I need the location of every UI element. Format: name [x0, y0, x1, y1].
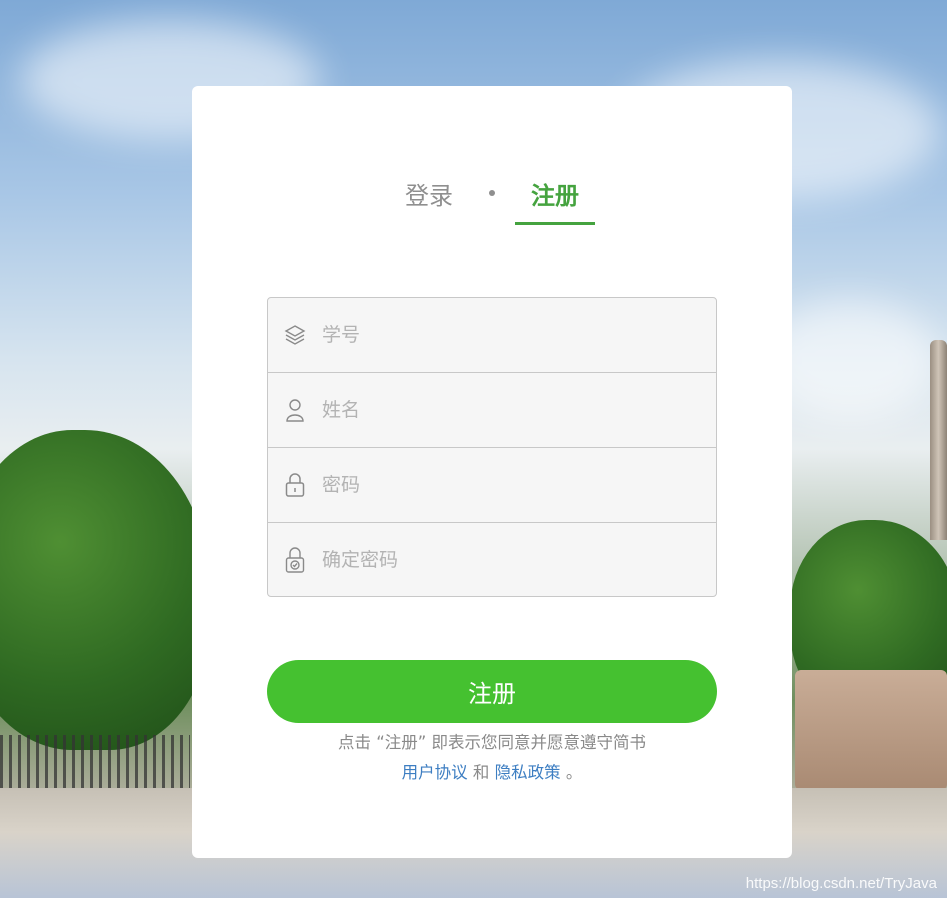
- tab-bar: 登录 注册: [192, 174, 792, 226]
- agreement-notice: 点击 “注册” 即表示您同意并愿意遵守简书 用户协议 和 隐私政策 。: [192, 728, 792, 788]
- tab-separator-dot: [489, 190, 495, 196]
- agreement-links: 用户协议 和 隐私政策 。: [192, 758, 792, 788]
- and-text: 和: [472, 763, 490, 782]
- lock-icon: [268, 472, 322, 498]
- name-input[interactable]: [322, 399, 716, 421]
- period-text: 。: [565, 763, 583, 782]
- tree: [0, 430, 210, 750]
- confirm-password-input[interactable]: [322, 548, 716, 571]
- register-card: 登录 注册 学号 姓名 注册 点击 “注册” 即表示您同意并愿意遵守简书 用户协…: [192, 86, 792, 858]
- agreement-text: 点击 “注册” 即表示您同意并愿意遵守简书: [337, 733, 647, 752]
- name-field-row: [268, 373, 716, 448]
- password-input[interactable]: [322, 474, 716, 496]
- user-icon: [268, 397, 322, 423]
- password-field-row: [268, 448, 716, 523]
- student-id-field-row: [268, 298, 716, 373]
- tab-login[interactable]: 登录: [389, 174, 469, 225]
- user-agreement-link[interactable]: 用户协议: [402, 763, 468, 782]
- register-button[interactable]: 注册: [267, 660, 717, 723]
- stone-wall: [795, 670, 947, 790]
- lock-check-icon: [268, 546, 322, 574]
- privacy-policy-link[interactable]: 隐私政策: [495, 763, 561, 782]
- pillar: [930, 340, 947, 540]
- student-id-input[interactable]: [322, 324, 716, 346]
- layers-icon: [268, 323, 322, 347]
- register-form: [267, 297, 717, 597]
- watermark-text: https://blog.csdn.net/TryJava: [745, 875, 937, 892]
- tab-register[interactable]: 注册: [515, 174, 595, 225]
- confirm-password-field-row: [268, 523, 716, 596]
